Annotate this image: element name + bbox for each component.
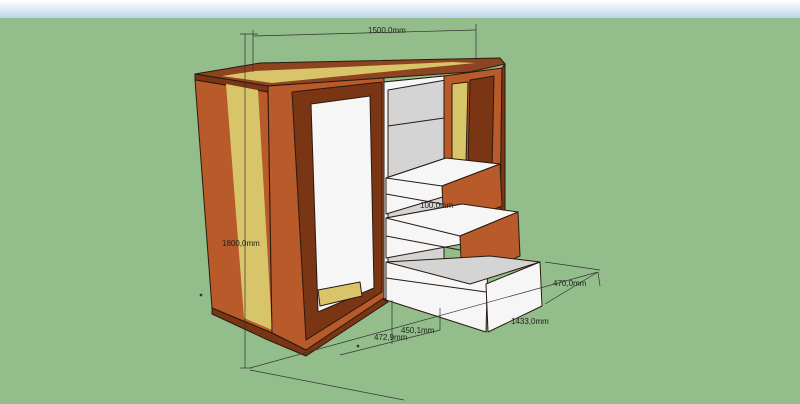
sketchup-viewport[interactable]: 1500,0mm 1800,0mm 100,0mm 470,0mm 1433,0… xyxy=(0,0,800,404)
dim-middle-height-label[interactable]: 100,0mm xyxy=(420,201,454,210)
model-canvas[interactable]: 1500,0mm 1800,0mm 100,0mm 470,0mm 1433,0… xyxy=(0,0,800,404)
sky-band xyxy=(0,0,800,18)
right-door-inner-frame xyxy=(467,75,495,171)
dim-depth-right-label[interactable]: 470,0mm xyxy=(553,279,587,288)
dim-width-top-label[interactable]: 1500,0mm xyxy=(368,26,406,35)
mirror-panel xyxy=(310,95,375,313)
right-door-inlay xyxy=(451,81,469,165)
wardrobe-model[interactable] xyxy=(194,57,543,357)
dim-width-bottom-label[interactable]: 1433,0mm xyxy=(511,317,549,326)
dim-bottom-b-label[interactable]: 450,1mm xyxy=(401,326,435,335)
dim-height-left-label[interactable]: 1800,0mm xyxy=(222,239,260,248)
